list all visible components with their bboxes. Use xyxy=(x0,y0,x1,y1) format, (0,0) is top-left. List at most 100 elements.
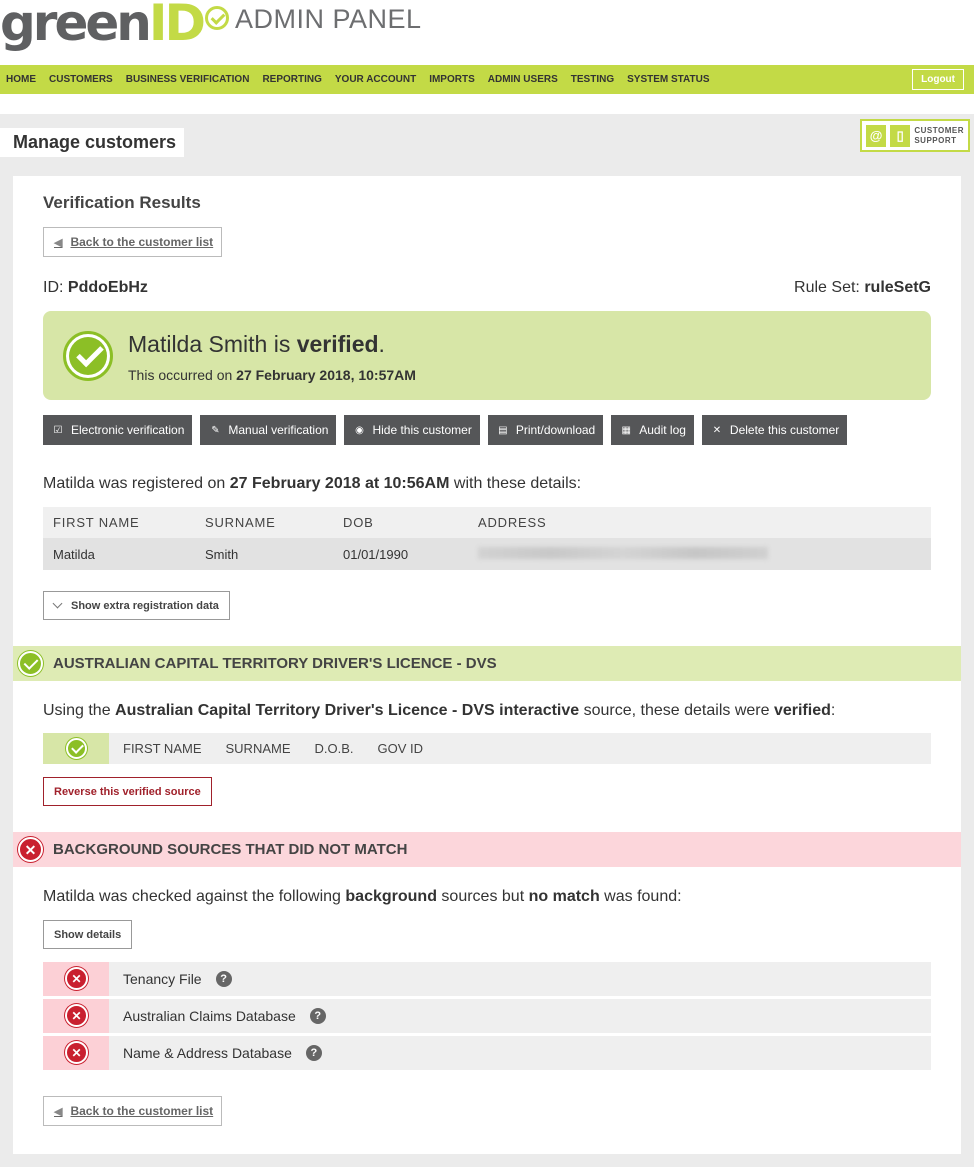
nav-reporting[interactable]: REPORTING xyxy=(262,74,321,85)
verified-title: Matilda Smith is verified. xyxy=(128,331,385,358)
source-label: Australian Claims Database xyxy=(123,1008,296,1024)
back-to-list-button-bottom[interactable]: ◀ Back to the customer list xyxy=(43,1096,223,1126)
print-download-button[interactable]: ▤ Print/download xyxy=(487,415,604,445)
colon: : xyxy=(830,702,836,719)
col-dob: DOB xyxy=(343,515,374,530)
bg-suffix: was found: xyxy=(604,888,682,905)
cell-address-redacted xyxy=(478,546,931,562)
nav-home[interactable]: HOME xyxy=(6,74,36,85)
cell-dob: 01/01/1990 xyxy=(343,546,409,562)
ruleset-value: ruleSetG xyxy=(864,279,931,296)
action-label: Hide this customer xyxy=(372,423,472,437)
show-extra-data-button[interactable]: Show extra registration data xyxy=(43,591,230,620)
unmatched-sources-header: ✕ BACKGROUND SOURCES THAT DID NOT MATCH xyxy=(13,832,961,867)
greenid-logo[interactable]: green ID ADMIN PANEL xyxy=(0,0,422,52)
support-line1: CUSTOMER xyxy=(914,125,964,135)
field-gov-id: GOV ID xyxy=(377,741,424,756)
email-icon: @ xyxy=(866,124,887,147)
col-first-name: FIRST NAME xyxy=(53,515,140,530)
help-icon[interactable]: ? xyxy=(305,1045,322,1061)
verified-status-box: Matilda Smith is verified. This occurred… xyxy=(43,311,931,400)
section-heading: Verification Results xyxy=(43,193,201,212)
action-label: Delete this customer xyxy=(729,423,840,437)
show-details-button[interactable]: Show details xyxy=(43,920,133,949)
delete-icon: ✕ xyxy=(712,424,722,436)
unmatched-title: BACKGROUND SOURCES THAT DID NOT MATCH xyxy=(53,841,408,858)
reverse-source-button[interactable]: Reverse this verified source xyxy=(43,777,212,806)
arrow-left-icon: ◀ xyxy=(54,1105,63,1118)
list-item: ✕ Name & Address Database ? xyxy=(43,1036,931,1070)
error-cell: ✕ xyxy=(43,999,109,1033)
customer-support-button[interactable]: @ ▯ CUSTOMER SUPPORT xyxy=(860,119,970,152)
reg-date: 27 February 2018 at 10:56AM xyxy=(229,475,450,492)
nav-testing[interactable]: TESTING xyxy=(571,74,614,85)
col-address: ADDRESS xyxy=(478,515,547,530)
electronic-verification-button[interactable]: ☑ Electronic verification xyxy=(43,415,193,445)
ruleset-label: Rule Set: xyxy=(794,279,860,296)
customer-id: ID: PddoEbHz xyxy=(43,279,148,297)
help-icon[interactable]: ? xyxy=(215,971,232,987)
cell-first-name: Matilda xyxy=(53,546,95,562)
help-icon[interactable]: ? xyxy=(309,1008,326,1024)
table-row: Matilda Smith 01/01/1990 xyxy=(43,538,931,570)
verified-occurred: This occurred on 27 February 2018, 10:57… xyxy=(128,367,416,383)
rule-set: Rule Set: ruleSetG xyxy=(794,279,931,297)
extra-label: Show extra registration data xyxy=(71,599,219,612)
field-first-name: FIRST NAME xyxy=(123,741,202,756)
source-label: Tenancy File xyxy=(123,971,202,987)
back-label: Back to the customer list xyxy=(70,1104,214,1118)
registration-summary: Matilda was registered on 27 February 20… xyxy=(43,475,581,493)
nav-your-account[interactable]: YOUR ACCOUNT xyxy=(335,74,416,85)
print-icon: ▤ xyxy=(498,424,508,436)
error-circle-icon: ✕ xyxy=(18,837,43,862)
header: green ID ADMIN PANEL xyxy=(0,0,974,64)
manual-verification-button[interactable]: ✎ Manual verification xyxy=(200,415,337,445)
back-to-list-button[interactable]: ◀ Back to the customer list xyxy=(43,227,223,257)
bg-bold2: no match xyxy=(528,888,600,905)
bg-bold1: background xyxy=(345,888,437,905)
nav-admin-users[interactable]: ADMIN USERS xyxy=(488,74,558,85)
customer-support-label: CUSTOMER SUPPORT xyxy=(914,126,964,146)
check-circle-icon xyxy=(18,651,43,676)
using-middle: source, these details were xyxy=(583,702,770,719)
phone-icon: ▯ xyxy=(890,124,911,147)
verified-source-description: Using the Australian Capital Territory D… xyxy=(43,702,835,720)
verified-source-title: AUSTRALIAN CAPITAL TERRITORY DRIVER'S LI… xyxy=(53,655,497,672)
chevron-down-icon xyxy=(52,598,63,609)
verified-dot: . xyxy=(378,331,385,357)
nav-business-verification[interactable]: BUSINESS VERIFICATION xyxy=(126,74,250,85)
delete-customer-button[interactable]: ✕ Delete this customer xyxy=(701,415,848,445)
support-line2: SUPPORT xyxy=(914,135,957,145)
logo-check-icon xyxy=(204,6,229,30)
verified-check-icon xyxy=(63,331,113,381)
action-label: Audit log xyxy=(639,423,686,437)
field-surname: SURNAME xyxy=(225,741,291,756)
using-prefix: Using the xyxy=(43,702,111,719)
verified-word: verified xyxy=(773,702,831,719)
nav-system-status[interactable]: SYSTEM STATUS xyxy=(627,74,709,85)
main-nav: HOME CUSTOMERS BUSINESS VERIFICATION REP… xyxy=(0,65,974,94)
redacted-address xyxy=(478,546,768,559)
audit-log-button[interactable]: ▦ Audit log xyxy=(611,415,694,445)
list-item: ✕ Australian Claims Database ? xyxy=(43,999,931,1033)
nav-customers[interactable]: CUSTOMERS xyxy=(49,74,113,85)
verification-panel: Verification Results ◀ Back to the custo… xyxy=(13,176,961,1154)
verified-word: verified xyxy=(296,331,379,357)
col-surname: SURNAME xyxy=(205,515,276,530)
check-box-icon: ☑ xyxy=(53,424,63,436)
check-circle-icon xyxy=(66,738,87,759)
cell-surname: Smith xyxy=(205,546,239,562)
id-label: ID: xyxy=(43,279,64,296)
field-dob: D.O.B. xyxy=(314,741,354,756)
verified-fields-row: FIRST NAME SURNAME D.O.B. GOV ID xyxy=(43,733,931,764)
verified-name: Matilda Smith is xyxy=(128,331,291,357)
action-toolbar: ☑ Electronic verification ✎ Manual verif… xyxy=(43,415,855,445)
occurred-date: 27 February 2018, 10:57AM xyxy=(236,367,416,383)
logout-button[interactable]: Logout xyxy=(912,69,964,90)
bg-middle: sources but xyxy=(441,888,525,905)
hide-customer-button[interactable]: ◉ Hide this customer xyxy=(344,415,480,445)
action-label: Print/download xyxy=(515,423,596,437)
admin-panel-label: ADMIN PANEL xyxy=(234,3,422,34)
nav-imports[interactable]: IMPORTS xyxy=(429,74,475,85)
bg-prefix: Matilda was checked against the followin… xyxy=(43,888,341,905)
